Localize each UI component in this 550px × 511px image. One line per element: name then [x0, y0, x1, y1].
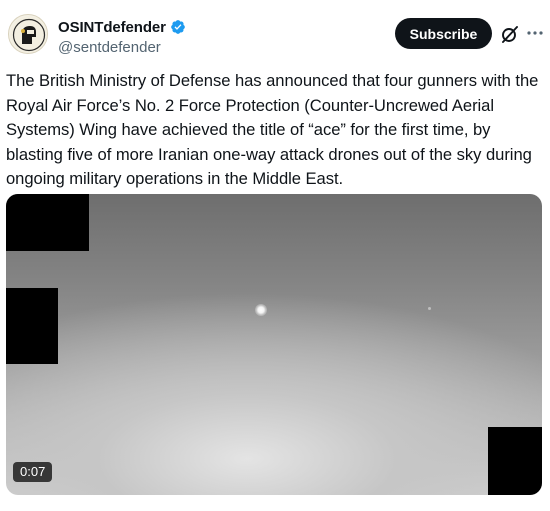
redaction-box: [6, 194, 89, 251]
grok-icon[interactable]: [500, 24, 520, 44]
author-handle[interactable]: @sentdefender: [58, 39, 186, 56]
more-icon[interactable]: [525, 23, 545, 43]
tweet-text: The British Ministry of Defense has anno…: [6, 71, 539, 188]
author-names: OSINTdefender @sentdefender: [58, 17, 186, 56]
tweet-header: OSINTdefender @sentdefender Subscribe: [8, 14, 545, 58]
video-duration: 0:07: [13, 462, 53, 482]
redaction-box: [488, 427, 542, 495]
video-player[interactable]: 0:07: [6, 194, 542, 495]
sky-speck: [428, 307, 431, 310]
drone-flare: [255, 304, 267, 316]
verified-badge-icon: [171, 20, 185, 34]
redaction-box: [6, 288, 58, 364]
author-display-name[interactable]: OSINTdefender: [58, 19, 166, 36]
avatar-logo-icon: [10, 16, 47, 53]
subscribe-button[interactable]: Subscribe: [395, 18, 492, 49]
avatar[interactable]: [8, 14, 48, 54]
